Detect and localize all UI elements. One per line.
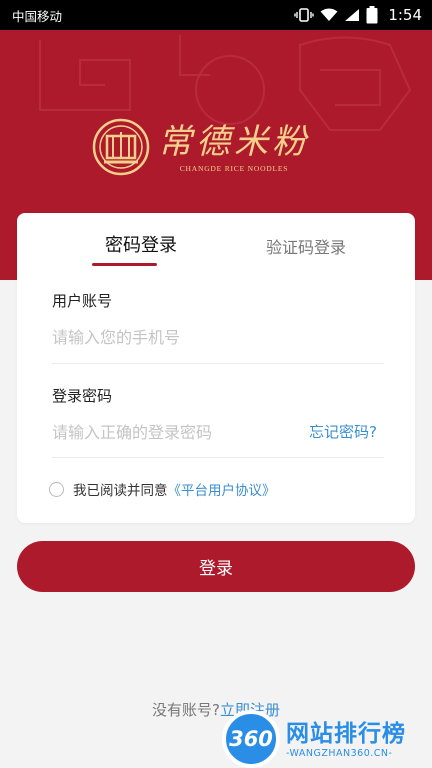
noodle-bowl-logo-icon: [92, 118, 150, 176]
login-card: 密码登录 验证码登录 用户账号 登录密码 忘记密码? 我已阅读并同意 《平台用户…: [17, 213, 415, 523]
brand-name-cn: 常德米粉: [158, 121, 310, 162]
register-prompt: 没有账号?: [152, 701, 220, 719]
password-label: 登录密码: [52, 387, 113, 405]
agreement-row: 我已阅读并同意 《平台用户协议》: [49, 479, 276, 499]
watermark: 360 网站排行榜 -WANGZHAN360.CN-: [218, 710, 430, 768]
phone-input[interactable]: [52, 323, 384, 351]
signal-icon: [344, 8, 360, 22]
login-button[interactable]: 登录: [17, 541, 415, 592]
password-input[interactable]: [52, 418, 292, 446]
divider: [52, 363, 384, 364]
agreement-text: 我已阅读并同意: [73, 483, 168, 499]
watermark-subtitle: -WANGZHAN360.CN-: [286, 748, 393, 759]
wifi-icon: [320, 8, 338, 22]
divider: [52, 457, 384, 458]
watermark-badge: 360: [222, 710, 280, 768]
status-bar: 中国移动 1:54: [0, 0, 432, 30]
agreement-link[interactable]: 《平台用户协议》: [168, 479, 276, 499]
forgot-password-link[interactable]: 忘记密码?: [309, 421, 377, 442]
agreement-checkbox[interactable]: [49, 481, 64, 497]
carrier-name: 中国移动: [12, 8, 63, 24]
status-time: 1:54: [388, 6, 422, 24]
brand-name-en: CHANGDE RICE NOODLES: [179, 163, 289, 173]
tab-code-login[interactable]: 验证码登录: [246, 234, 366, 274]
vibrate-icon: [294, 8, 315, 22]
brand-logo: 常德米粉 CHANGDE RICE NOODLES: [92, 112, 344, 182]
status-icons: 1:54: [294, 6, 422, 24]
brand-text: 常德米粉 CHANGDE RICE NOODLES: [158, 122, 310, 173]
account-label: 用户账号: [52, 292, 113, 310]
active-tab-indicator: [92, 263, 157, 266]
watermark-title: 网站排行榜: [286, 721, 406, 747]
battery-icon: [366, 6, 378, 24]
